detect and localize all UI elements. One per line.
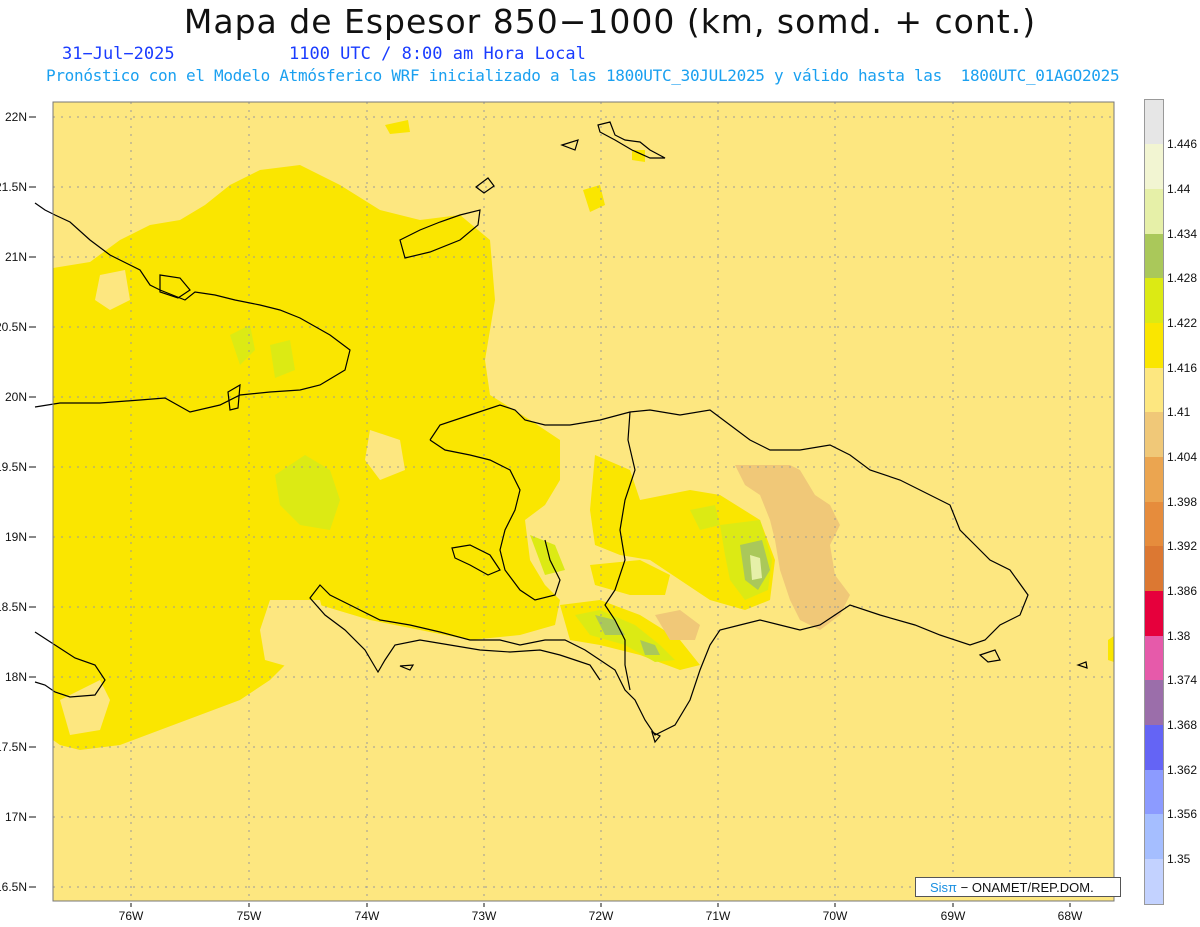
colorbar-swatch [1145, 323, 1163, 368]
colorbar-swatch [1145, 725, 1163, 770]
colorbar-swatch [1145, 278, 1163, 323]
colorbar-swatch [1145, 189, 1163, 234]
credit-text: − ONAMET/REP.DOM. [960, 880, 1094, 895]
colorbar-label: 1.428 [1167, 271, 1198, 285]
colorbar-swatch [1145, 859, 1163, 904]
colorbar-label: 1.386 [1167, 584, 1198, 598]
colorbar-label: 1.392 [1167, 539, 1198, 553]
colorbar-swatch [1145, 368, 1163, 412]
lat-label: 21N [5, 250, 27, 264]
lon-label: 70W [823, 909, 848, 923]
lon-label: 69W [941, 909, 966, 923]
lon-label: 71W [706, 909, 731, 923]
lat-label: 21.5N [0, 180, 27, 194]
lat-label: 18N [5, 670, 27, 684]
lon-label: 76W [119, 909, 144, 923]
colorbar-swatch [1145, 502, 1163, 546]
colorbar-label: 1.404 [1167, 450, 1198, 464]
lat-label: 19N [5, 530, 27, 544]
thickness-map: 22N 21.5N 21N 20.5N 20N 19.5N 19N 18.5N … [0, 101, 1115, 923]
colorbar-label: 1.446 [1167, 137, 1198, 151]
colorbar-swatch [1145, 680, 1163, 725]
lat-label: 17.5N [0, 740, 27, 754]
colorbar-label: 1.398 [1167, 495, 1198, 509]
colorbar-label: 1.35 [1167, 852, 1191, 866]
colorbar-swatch [1145, 100, 1163, 144]
lon-label: 68W [1058, 909, 1083, 923]
colorbar-label: 1.41 [1167, 405, 1191, 419]
credit-box: Sisπ − ONAMET/REP.DOM. [915, 877, 1121, 897]
colorbar-label: 1.44 [1167, 182, 1191, 196]
colorbar-swatch [1145, 144, 1163, 189]
lat-label: 22N [5, 110, 27, 124]
colorbar-swatch [1145, 636, 1163, 680]
colorbar [1144, 99, 1164, 905]
colorbar-swatch [1145, 546, 1163, 591]
colorbar-label: 1.434 [1167, 227, 1198, 241]
lon-label: 75W [237, 909, 262, 923]
lat-axis: 22N 21.5N 21N 20.5N 20N 19.5N 19N 18.5N … [0, 110, 27, 894]
colorbar-label: 1.38 [1167, 629, 1191, 643]
colorbar-swatch [1145, 770, 1163, 814]
contour-yellow-blob [1108, 636, 1114, 662]
colorbar-label: 1.416 [1167, 361, 1198, 375]
credit-brand: Sisπ [930, 880, 958, 895]
lat-label: 18.5N [0, 600, 27, 614]
colorbar-label: 1.422 [1167, 316, 1198, 330]
colorbar-swatch [1145, 814, 1163, 859]
lon-label: 74W [355, 909, 380, 923]
colorbar-label: 1.362 [1167, 763, 1198, 777]
lat-label: 16.5N [0, 880, 27, 894]
colorbar-swatch [1145, 412, 1163, 457]
contour-yellow-blob [632, 150, 645, 162]
colorbar-label: 1.368 [1167, 718, 1198, 732]
lat-label: 20N [5, 390, 27, 404]
colorbar-label: 1.374 [1167, 673, 1198, 687]
lon-label: 73W [472, 909, 497, 923]
lat-label: 19.5N [0, 460, 27, 474]
lon-axis: 76W 75W 74W 73W 72W 71W 70W 69W 68W [119, 909, 1083, 923]
lat-label: 17N [5, 810, 27, 824]
lat-label: 20.5N [0, 320, 27, 334]
colorbar-swatch [1145, 591, 1163, 636]
colorbar-swatch [1145, 457, 1163, 502]
lon-label: 72W [589, 909, 614, 923]
colorbar-label: 1.356 [1167, 807, 1198, 821]
colorbar-swatch [1145, 234, 1163, 278]
